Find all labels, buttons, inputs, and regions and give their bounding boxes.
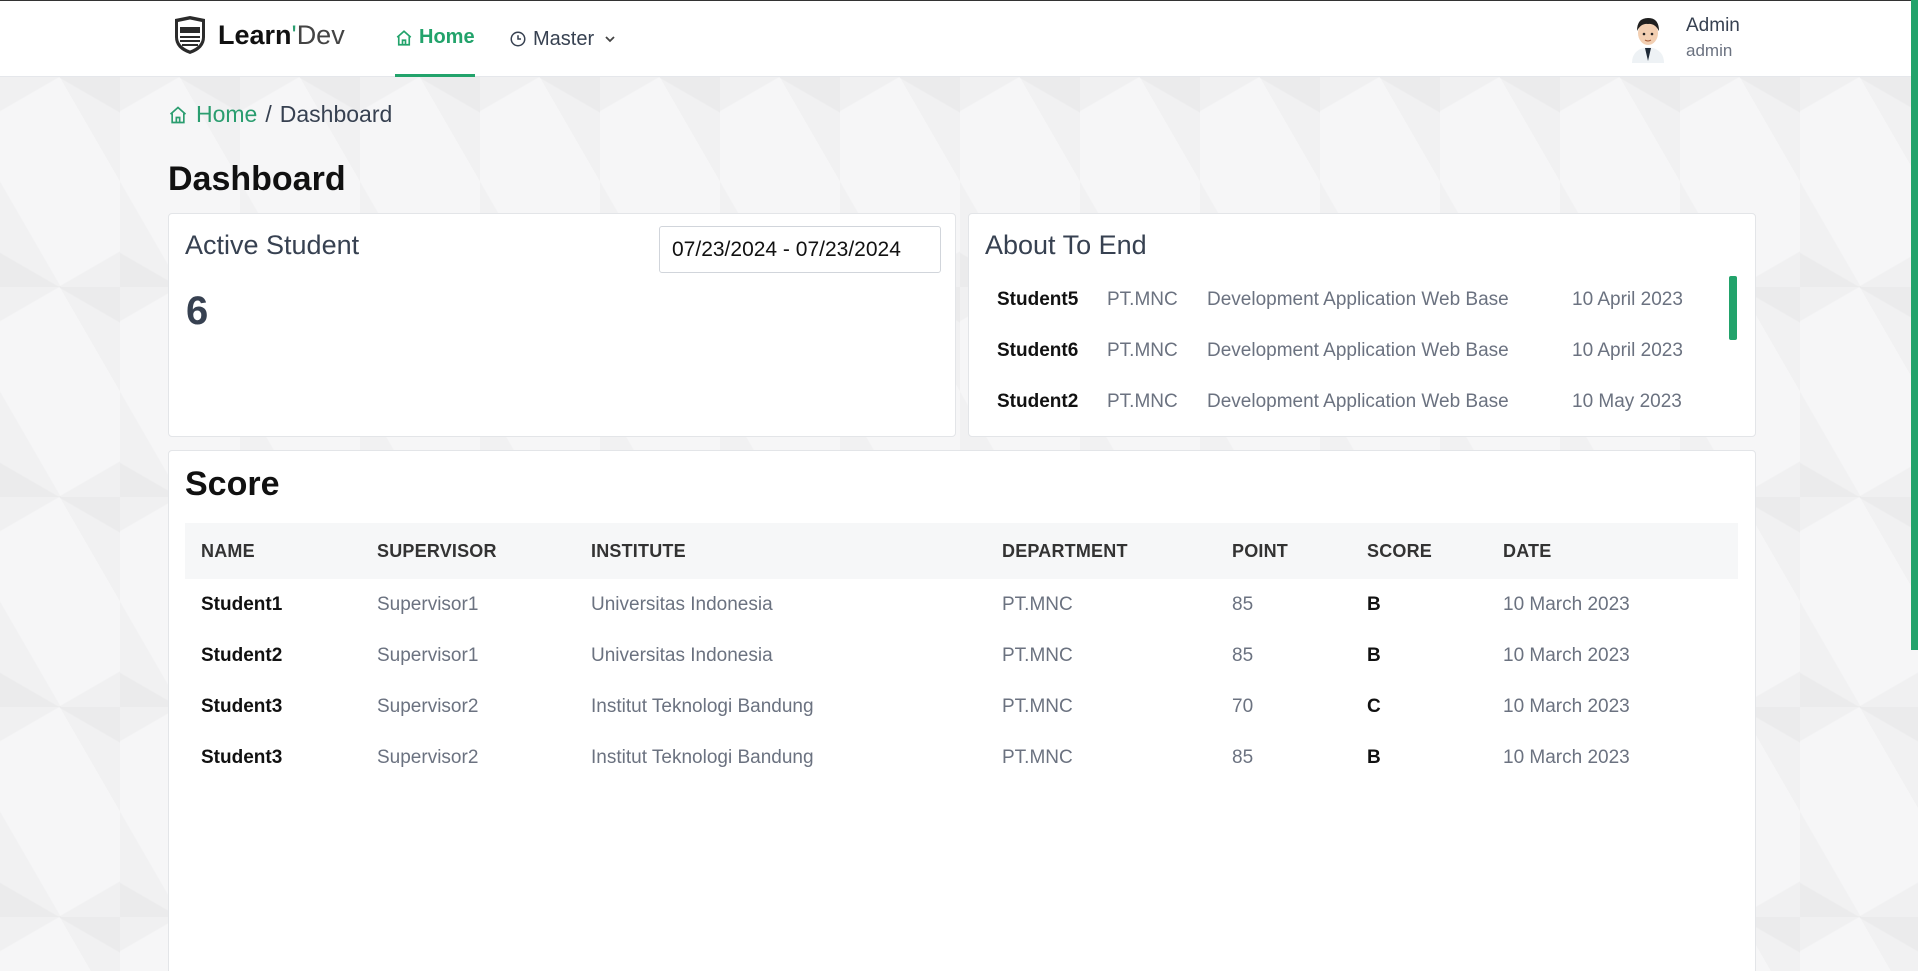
- program: Development Application Web Base: [1207, 339, 1509, 361]
- list-item: Student6 PT.MNC Development Application …: [997, 325, 1737, 376]
- brand-logo-icon: [172, 15, 208, 55]
- breadcrumb-separator: /: [265, 101, 272, 127]
- column-header: DATE: [1503, 540, 1552, 561]
- nav-home-label: Home: [419, 26, 475, 48]
- cell-name: Student3: [201, 746, 283, 768]
- cell-institute: Universitas Indonesia: [591, 593, 773, 615]
- nav-master-label: Master: [533, 27, 595, 50]
- cell-department: PT.MNC: [1002, 746, 1073, 768]
- table-row: Student3 Supervisor2 Institut Teknologi …: [185, 732, 1738, 783]
- breadcrumb-home-icon[interactable]: [168, 105, 188, 125]
- cell-institute: Universitas Indonesia: [591, 644, 773, 666]
- home-icon: [395, 29, 413, 47]
- cell-score: C: [1367, 695, 1381, 717]
- student-name: Student2: [997, 390, 1079, 412]
- breadcrumb-home-link[interactable]: Home: [196, 101, 257, 128]
- cell-supervisor: Supervisor2: [377, 746, 479, 768]
- table-row: Student1 Supervisor1 Universitas Indones…: [185, 579, 1738, 630]
- score-card: Score NAME SUPERVISOR INSTITUTE DEPARTME…: [168, 450, 1756, 971]
- active-student-title: Active Student: [185, 230, 360, 260]
- chevron-down-icon: [604, 33, 616, 45]
- table-row: Student3 Supervisor2 Institut Teknologi …: [185, 681, 1738, 732]
- end-date: 10 May 2023: [1572, 390, 1682, 412]
- column-header: POINT: [1232, 540, 1289, 561]
- breadcrumb-current: Dashboard: [279, 101, 393, 127]
- about-to-end-title: About To End: [985, 230, 1147, 260]
- about-to-end-scrollbar[interactable]: [1729, 276, 1737, 340]
- department: PT.MNC: [1107, 390, 1178, 412]
- end-date: 10 April 2023: [1572, 339, 1683, 361]
- brand-name: Learn'Dev: [218, 19, 345, 50]
- cell-institute: Institut Teknologi Bandung: [591, 695, 814, 717]
- table-header-row: NAME SUPERVISOR INSTITUTE DEPARTMENT POI…: [185, 523, 1738, 579]
- cell-date: 10 March 2023: [1503, 746, 1630, 768]
- active-student-card: Active Student 6: [168, 213, 956, 437]
- cell-institute: Institut Teknologi Bandung: [591, 746, 814, 768]
- cell-name: Student2: [201, 644, 283, 666]
- column-header: DEPARTMENT: [1002, 540, 1128, 561]
- cell-department: PT.MNC: [1002, 644, 1073, 666]
- date-range-input[interactable]: [659, 226, 941, 273]
- column-header: SUPERVISOR: [377, 540, 497, 561]
- avatar: [1628, 13, 1668, 63]
- cell-name: Student3: [201, 695, 283, 717]
- cell-point: 85: [1232, 593, 1254, 615]
- department: PT.MNC: [1107, 339, 1178, 361]
- cell-date: 10 March 2023: [1503, 695, 1630, 717]
- program: Development Application Web Base: [1207, 390, 1509, 412]
- column-header: SCORE: [1367, 540, 1433, 561]
- cell-supervisor: Supervisor2: [377, 695, 479, 717]
- cell-point: 70: [1232, 695, 1254, 717]
- list-item: Student2 PT.MNC Development Application …: [997, 376, 1737, 427]
- score-title: Score: [185, 465, 280, 503]
- page-title: Dashboard: [168, 160, 346, 198]
- page-scrollbar[interactable]: [1911, 0, 1918, 650]
- cell-supervisor: Supervisor1: [377, 593, 479, 615]
- user-menu[interactable]: Admin admin: [1628, 13, 1740, 63]
- cell-date: 10 March 2023: [1503, 593, 1630, 615]
- clock-icon: [509, 30, 527, 48]
- student-name: Student6: [997, 339, 1079, 361]
- cell-department: PT.MNC: [1002, 695, 1073, 717]
- cell-score: B: [1367, 644, 1381, 666]
- cell-score: B: [1367, 593, 1381, 615]
- student-name: Student5: [997, 288, 1079, 310]
- column-header: NAME: [201, 540, 255, 561]
- cell-score: B: [1367, 746, 1381, 768]
- top-navbar: Learn'Dev Home Master Admin admin: [0, 0, 1918, 77]
- program: Development Application Web Base: [1207, 288, 1509, 310]
- about-to-end-list: Student5 PT.MNC Development Application …: [997, 274, 1737, 427]
- cell-supervisor: Supervisor1: [377, 644, 479, 666]
- active-student-count: 6: [186, 289, 209, 333]
- column-header: INSTITUTE: [591, 540, 686, 561]
- cell-point: 85: [1232, 746, 1254, 768]
- cell-name: Student1: [201, 593, 283, 615]
- cell-date: 10 March 2023: [1503, 644, 1630, 666]
- list-item: Student5 PT.MNC Development Application …: [997, 274, 1737, 325]
- about-to-end-card: About To End Student5 PT.MNC Development…: [968, 213, 1756, 437]
- nav-master-dropdown[interactable]: Master: [509, 1, 616, 77]
- user-role: admin: [1686, 41, 1733, 60]
- department: PT.MNC: [1107, 288, 1178, 310]
- table-row: Student2 Supervisor1 Universitas Indones…: [185, 630, 1738, 681]
- user-name: Admin: [1686, 15, 1740, 36]
- cell-department: PT.MNC: [1002, 593, 1073, 615]
- breadcrumb: Home / Dashboard: [168, 101, 392, 128]
- score-table: NAME SUPERVISOR INSTITUTE DEPARTMENT POI…: [185, 523, 1738, 783]
- nav-home[interactable]: Home: [395, 1, 475, 77]
- brand[interactable]: Learn'Dev: [172, 15, 345, 55]
- cell-point: 85: [1232, 644, 1254, 666]
- end-date: 10 April 2023: [1572, 288, 1683, 310]
